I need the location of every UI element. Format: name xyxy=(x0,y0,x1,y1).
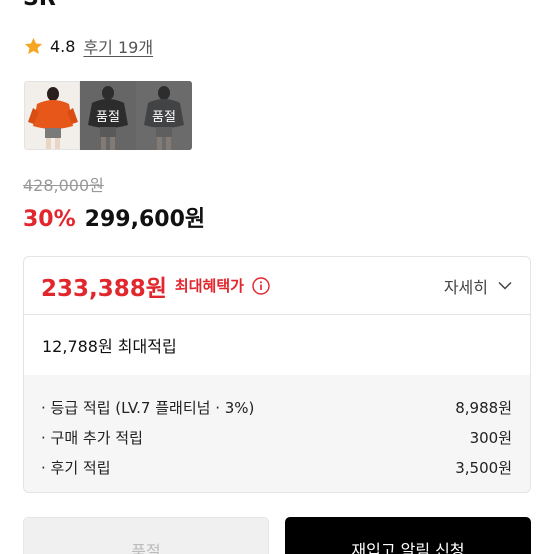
color-thumbnails: 품절 품절 xyxy=(24,81,192,150)
points-row-value: 3,500원 xyxy=(455,458,512,477)
points-breakdown: · 등급 적립 (LV.7 플래티넘 · 3%) 8,988원 · 구매 추가 … xyxy=(24,375,530,492)
points-row-label: · 등급 적립 (LV.7 플래티넘 · 3%) xyxy=(41,398,255,417)
soldout-overlay: 품절 xyxy=(136,81,192,150)
original-price: 428,000원 xyxy=(23,176,104,195)
rating-row: 4.8 후기 19개 xyxy=(23,34,153,58)
soldout-button[interactable]: 품절 xyxy=(23,517,269,554)
soldout-overlay: 품절 xyxy=(80,81,136,150)
thumbnail-gray-jacket[interactable]: 품절 xyxy=(136,81,192,150)
orange-jacket-image xyxy=(25,82,79,149)
benefit-header[interactable]: 233,388원 최대혜택가 자세히 xyxy=(24,257,530,315)
points-summary: 12,788원 최대적립 xyxy=(42,337,177,356)
star-icon xyxy=(24,37,43,54)
points-row-value: 300원 xyxy=(469,428,512,447)
review-count-link[interactable]: 후기 19개 xyxy=(83,34,153,58)
points-row: · 구매 추가 적립 300원 xyxy=(41,422,512,452)
detail-label: 자세히 xyxy=(443,277,488,297)
restock-alert-button[interactable]: 재입고 알림 신청 xyxy=(285,517,531,554)
points-row: · 등급 적립 (LV.7 플래티넘 · 3%) 8,988원 xyxy=(41,392,512,422)
benefit-box: 233,388원 최대혜택가 자세히 12,788원 최대적립 · 등급 적립 … xyxy=(23,256,531,493)
points-row-label: · 후기 적립 xyxy=(41,458,111,477)
max-benefit-price: 233,388원 xyxy=(41,275,167,302)
rating-score: 4.8 xyxy=(50,36,76,56)
thumbnail-black-jacket[interactable]: 품절 xyxy=(80,81,136,150)
points-row-value: 8,988원 xyxy=(455,398,512,417)
info-icon[interactable] xyxy=(252,276,270,295)
points-row-label: · 구매 추가 적립 xyxy=(41,428,143,447)
sale-price-row: 30% 299,600원 xyxy=(23,201,205,233)
sale-price: 299,600원 xyxy=(84,207,206,232)
max-benefit-label: 최대혜택가 xyxy=(174,277,244,295)
thumbnail-orange-jacket[interactable] xyxy=(24,81,80,150)
points-row: · 후기 적립 3,500원 xyxy=(41,452,512,482)
chevron-down-icon xyxy=(498,281,512,290)
discount-rate: 30% xyxy=(23,207,76,232)
detail-toggle[interactable]: 자세히 xyxy=(444,274,512,298)
product-title-fragment: SR xyxy=(23,0,56,11)
